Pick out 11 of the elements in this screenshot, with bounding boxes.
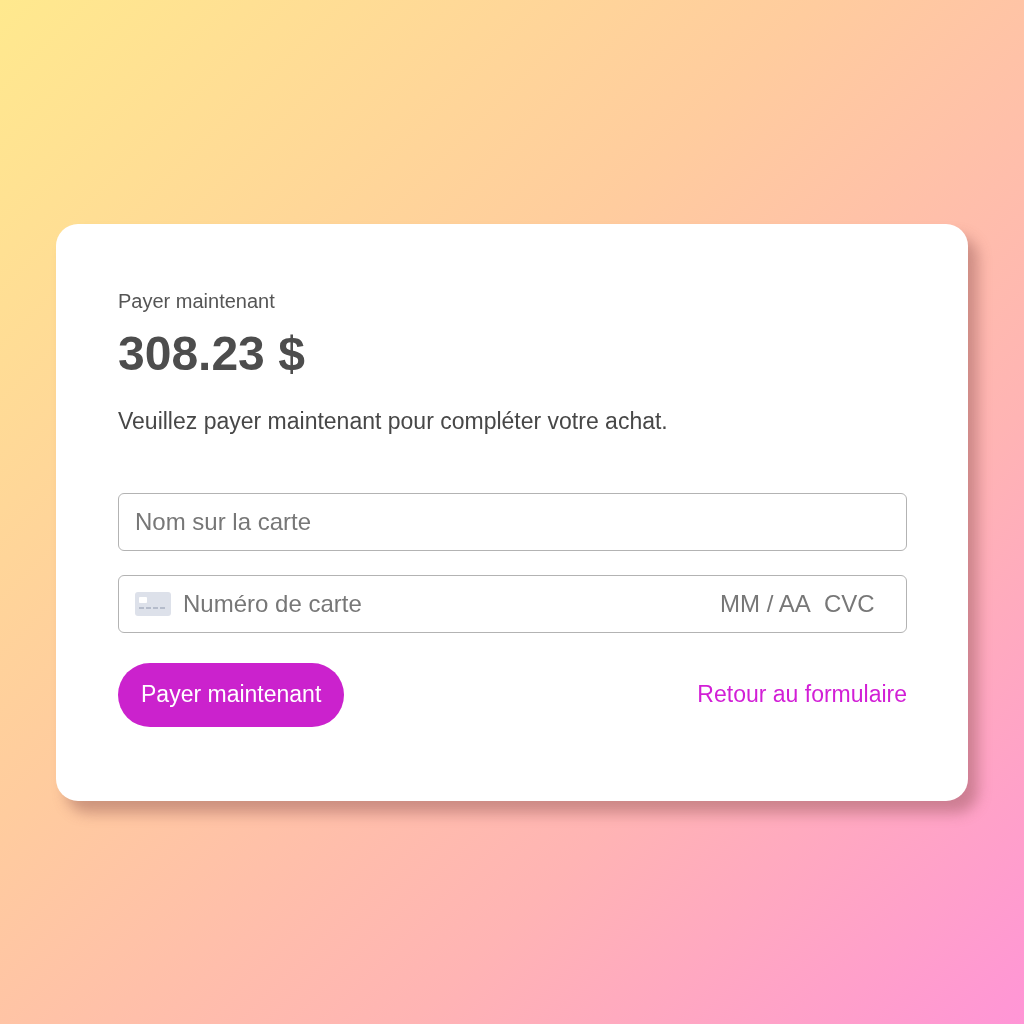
pay-now-button[interactable]: Payer maintenant <box>118 662 345 727</box>
payment-description: Veuillez payer maintenant pour compléter votre achat. <box>118 406 668 435</box>
expiry-date-input[interactable]: MM / AA <box>720 588 812 619</box>
name-input-field[interactable]: Nom sur la carte <box>118 492 907 551</box>
card-number-input[interactable]: Numéro de carte <box>183 588 708 619</box>
back-to-form-link[interactable]: Retour au formulaire <box>697 681 907 708</box>
payment-label: Payer maintenant <box>118 288 275 313</box>
payment-amount: 308.23 $ <box>118 325 305 382</box>
card-details-field[interactable]: Numéro de carte MM / AA CVC <box>118 574 907 633</box>
cvc-input[interactable]: CVC <box>824 588 876 619</box>
credit-card-icon <box>135 591 171 616</box>
